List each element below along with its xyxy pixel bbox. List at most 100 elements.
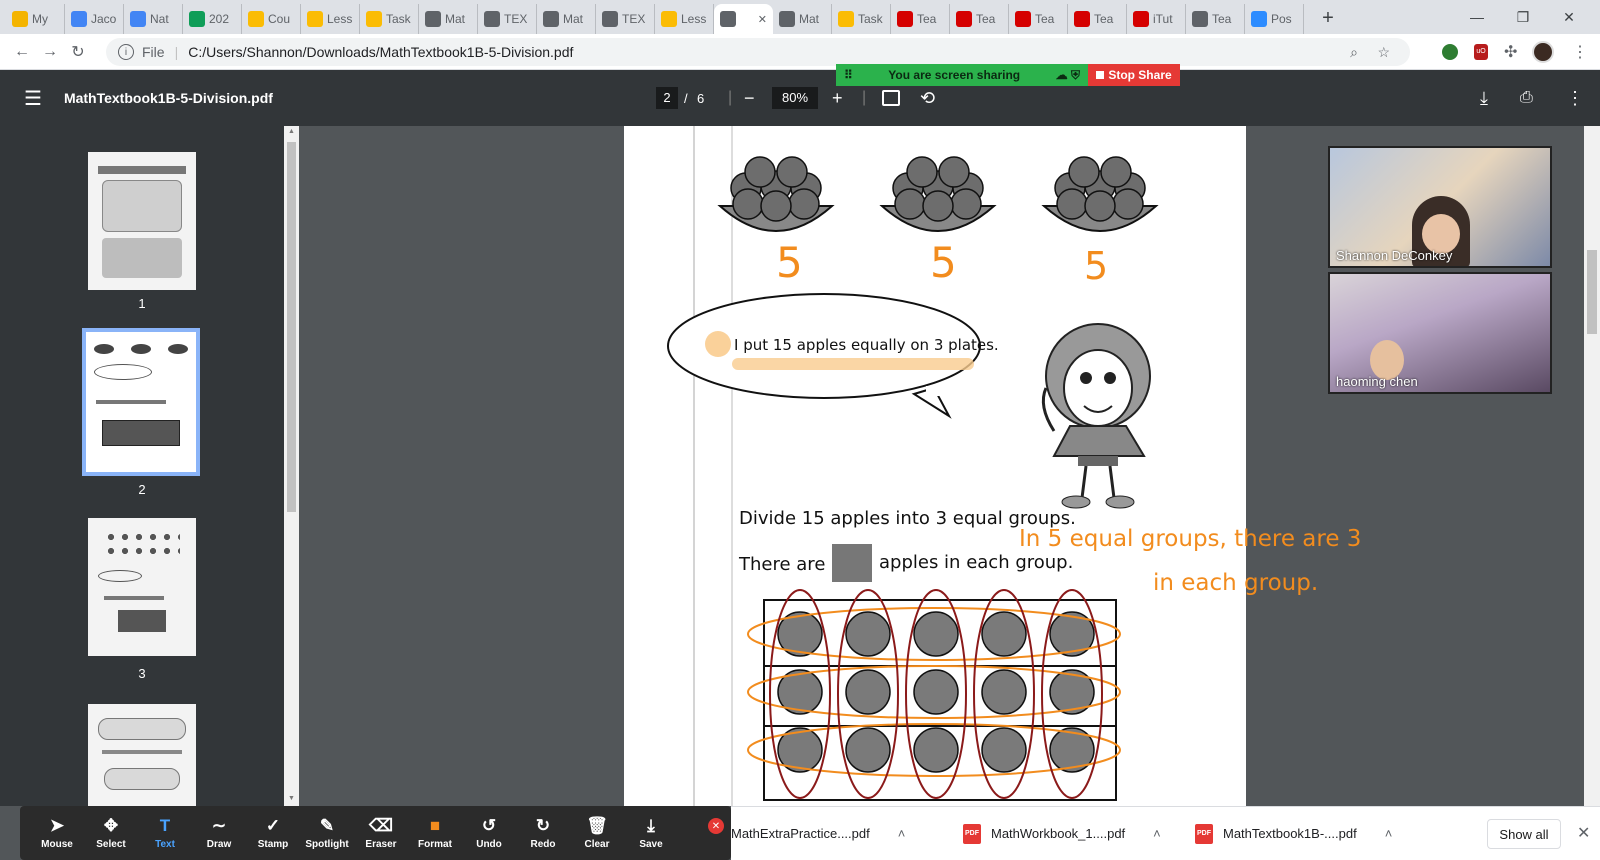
browser-tab-6[interactable]: Less — [301, 4, 360, 34]
tab-label: Less — [327, 12, 353, 26]
pdf-title: MathTextbook1B-5-Division.pdf — [63, 90, 273, 106]
puzzle-icon[interactable]: ✣ — [1504, 42, 1517, 62]
thumbnail-label-1: 1 — [138, 296, 146, 311]
chevron-up-icon[interactable]: ˄ — [898, 826, 906, 841]
annotate-save-button[interactable]: ⤓ Save — [624, 816, 678, 850]
annotate-undo-button[interactable]: ↺ Undo — [462, 816, 516, 850]
browser-tab-2[interactable]: Jaco — [65, 4, 124, 34]
redo-icon: ↻ — [535, 815, 551, 835]
close-downloads-icon[interactable]: ✕ — [1577, 823, 1590, 843]
zoom-level-input[interactable]: 80% — [772, 87, 818, 109]
show-all-button[interactable]: Show all — [1487, 819, 1561, 849]
browser-tab-11[interactable]: TEX — [596, 4, 655, 34]
browser-tab-13[interactable]: ✕ — [714, 4, 773, 34]
browser-tab-8[interactable]: Mat — [419, 4, 478, 34]
annotate-clear-button[interactable]: 🗑 Clear — [570, 816, 624, 850]
page-scrollbar[interactable] — [1584, 126, 1600, 806]
annotate-eraser-button[interactable]: ⌫ Eraser — [354, 816, 408, 850]
menu-dots-icon[interactable]: ⋮ — [1572, 42, 1588, 62]
docs-icon — [71, 11, 87, 27]
forward-icon[interactable]: → — [36, 43, 64, 61]
download-item-3[interactable]: PDF MathTextbook1B-....pdf ˄ — [1195, 823, 1427, 844]
pdf-icon: PDF — [1195, 823, 1213, 844]
annotation-text-line-1: In 5 equal groups, there are 3 — [1019, 526, 1362, 552]
browser-tab-4[interactable]: 202 — [183, 4, 242, 34]
bookmark-star-icon[interactable]: ☆ — [1377, 44, 1390, 61]
chevron-up-icon[interactable]: ˄ — [1385, 826, 1393, 841]
screen-share-status[interactable]: ⠿ You are screen sharing ☁ ⛨ — [836, 64, 1088, 86]
minimize-button[interactable]: — — [1454, 0, 1500, 34]
annotate-mouse-button[interactable]: ➤ Mouse — [30, 816, 84, 850]
apple-bowl-3 — [1041, 156, 1159, 232]
download-item-2[interactable]: PDF MathWorkbook_1....pdf ˄ — [963, 823, 1195, 844]
download-icon[interactable]: ⤓ — [1480, 88, 1488, 109]
annotate-draw-button[interactable]: ∼ Draw — [192, 816, 246, 850]
thumbnail-scrollbar[interactable]: ▲ ▼ — [284, 126, 299, 806]
zoom-page-icon[interactable]: ⌕ — [1350, 44, 1358, 61]
browser-tab-22[interactable]: Pos — [1245, 4, 1304, 34]
browser-tab-5[interactable]: Cou — [242, 4, 301, 34]
back-icon[interactable]: ← — [8, 43, 36, 61]
browser-tab-14[interactable]: Mat — [773, 4, 832, 34]
browser-tab-10[interactable]: Mat — [537, 4, 596, 34]
zoom-in-icon[interactable]: + — [832, 88, 843, 109]
ublock-icon[interactable]: uO — [1474, 43, 1488, 60]
page-number-input[interactable]: 2 — [656, 87, 678, 109]
browser-tab-3[interactable]: Nat — [124, 4, 183, 34]
profile-avatar[interactable] — [1532, 40, 1554, 63]
browser-tab-9[interactable]: TEX — [478, 4, 537, 34]
new-tab-button[interactable]: + — [1314, 4, 1342, 32]
thumbnail-page-3[interactable] — [88, 518, 196, 656]
reload-icon[interactable]: ↻ — [64, 42, 92, 62]
annotate-redo-button[interactable]: ↻ Redo — [516, 815, 570, 850]
browser-tab-12[interactable]: Less — [655, 4, 714, 34]
annotate-tool-label: Clear — [584, 838, 610, 850]
globe-icon — [779, 11, 795, 27]
thumbnail-page-4[interactable] — [88, 704, 196, 806]
browser-tab-19[interactable]: Tea — [1068, 4, 1127, 34]
annotate-stamp-button[interactable]: ✓ Stamp — [246, 816, 300, 850]
video-tile-student[interactable]: haoming chen — [1328, 272, 1552, 394]
fit-page-icon[interactable] — [882, 90, 900, 106]
browser-tab-20[interactable]: iTut — [1127, 4, 1186, 34]
annotate-tool-label: Format — [418, 838, 452, 850]
chevron-up-icon[interactable]: ˄ — [1153, 826, 1161, 841]
annotate-text-button[interactable]: T Text — [138, 816, 192, 850]
annotation-toolbar: ➤ Mouse ✥ Select T Text ∼ Draw ✓ Stamp ✎ Spotlight ⌫… — [20, 806, 731, 860]
zoom-out-icon[interactable]: − — [744, 88, 755, 109]
annotate-select-button[interactable]: ✥ Select — [84, 816, 138, 850]
print-icon[interactable]: ⎙ — [1520, 89, 1533, 107]
restore-button[interactable]: ❐ — [1500, 0, 1546, 34]
sidebar-menu-icon[interactable]: ☰ — [24, 86, 42, 111]
browser-tab-7[interactable]: Task — [360, 4, 419, 34]
annotate-spotlight-button[interactable]: ✎ Spotlight — [300, 816, 354, 850]
download-item-1[interactable]: MathExtraPractice....pdf ˄ — [731, 826, 963, 841]
download-item-name-1: MathExtraPractice....pdf — [731, 826, 870, 841]
share-status-icons: ☁ ⛨ — [1055, 67, 1080, 82]
browser-tab-1[interactable]: My — [6, 4, 65, 34]
close-window-button[interactable]: ✕ — [1546, 0, 1592, 34]
video-tile-host[interactable]: Shannon DeConkey — [1328, 146, 1552, 268]
rotate-icon[interactable]: ⟲ — [920, 88, 935, 109]
thumbnail-page-2[interactable] — [82, 328, 200, 476]
browser-tab-17[interactable]: Tea — [950, 4, 1009, 34]
browser-tab-18[interactable]: Tea — [1009, 4, 1068, 34]
browser-tab-21[interactable]: Tea — [1186, 4, 1245, 34]
share-handle-icon[interactable]: ⠿ — [844, 68, 853, 82]
stop-share-button[interactable]: Stop Share — [1088, 64, 1180, 86]
apple-bowl-1 — [717, 156, 835, 232]
close-annotation-icon[interactable]: ✕ — [708, 818, 724, 834]
browser-tab-15[interactable]: Task — [832, 4, 891, 34]
address-scheme: File — [142, 44, 165, 60]
address-bar[interactable]: i File | C:/Users/Shannon/Downloads/Math… — [106, 38, 1410, 66]
info-icon[interactable]: i — [118, 44, 134, 60]
more-options-icon[interactable]: ⋮ — [1566, 88, 1584, 109]
tab-label: Mat — [563, 12, 584, 26]
browser-tab-16[interactable]: Tea — [891, 4, 950, 34]
annotate-format-button[interactable]: ■ Format — [408, 816, 462, 850]
thumbnail-page-1[interactable] — [88, 152, 196, 290]
zoom-icon — [1251, 11, 1267, 27]
extension-icon[interactable] — [1442, 43, 1458, 60]
close-tab-icon[interactable]: ✕ — [758, 13, 767, 26]
video-name-student: haoming chen — [1336, 374, 1418, 389]
